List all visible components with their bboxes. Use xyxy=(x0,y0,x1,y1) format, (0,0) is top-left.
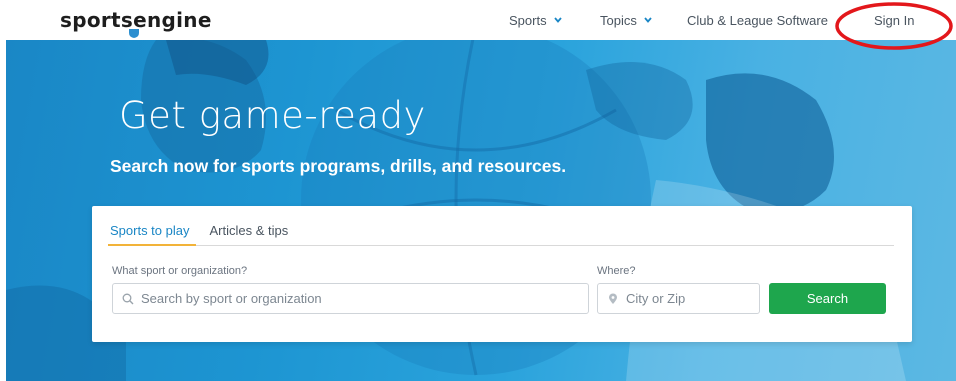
sport-organization-label: What sport or organization? xyxy=(112,265,248,277)
nav-club-league-software[interactable]: Club & League Software xyxy=(687,0,828,40)
search-tabs: Sports to play Articles & tips xyxy=(108,219,894,246)
tab-sports-to-play[interactable]: Sports to play xyxy=(108,219,196,246)
nav-sports-label: Sports xyxy=(509,12,547,28)
sport-organization-search-input[interactable]: Search by sport or organization xyxy=(112,283,589,314)
nav-club-label: Club & League Software xyxy=(687,12,828,28)
search-icon xyxy=(122,293,134,304)
search-button[interactable]: Search xyxy=(769,283,886,314)
chevron-down-icon xyxy=(644,17,652,23)
site-header: sport se ngine Sports Topics Club & League… xyxy=(0,0,956,40)
city-zip-placeholder: City or Zip xyxy=(626,291,686,306)
logo-text-part-1: sport xyxy=(60,8,121,32)
hero-title: Get game-ready xyxy=(119,94,426,137)
chevron-down-icon xyxy=(553,17,562,23)
logo-text-part-2: se xyxy=(121,8,147,38)
sport-organization-placeholder: Search by sport or organization xyxy=(141,291,322,306)
nav-topics-label: Topics xyxy=(600,12,637,28)
where-label: Where? xyxy=(597,265,636,277)
sportsengine-logo[interactable]: sport se ngine xyxy=(60,6,212,38)
nav-sports[interactable]: Sports xyxy=(509,0,562,40)
logo-text-part-3: ngine xyxy=(146,8,212,32)
search-card: Sports to play Articles & tips What spor… xyxy=(92,206,912,342)
location-pin-icon xyxy=(609,293,617,304)
logo-shield-icon xyxy=(128,29,139,38)
red-annotation-circle xyxy=(835,2,953,50)
tab-articles-and-tips[interactable]: Articles & tips xyxy=(208,219,291,246)
city-zip-input[interactable]: City or Zip xyxy=(597,283,760,314)
nav-topics[interactable]: Topics xyxy=(600,0,652,40)
hero-subtitle: Search now for sports programs, drills, … xyxy=(110,156,567,176)
